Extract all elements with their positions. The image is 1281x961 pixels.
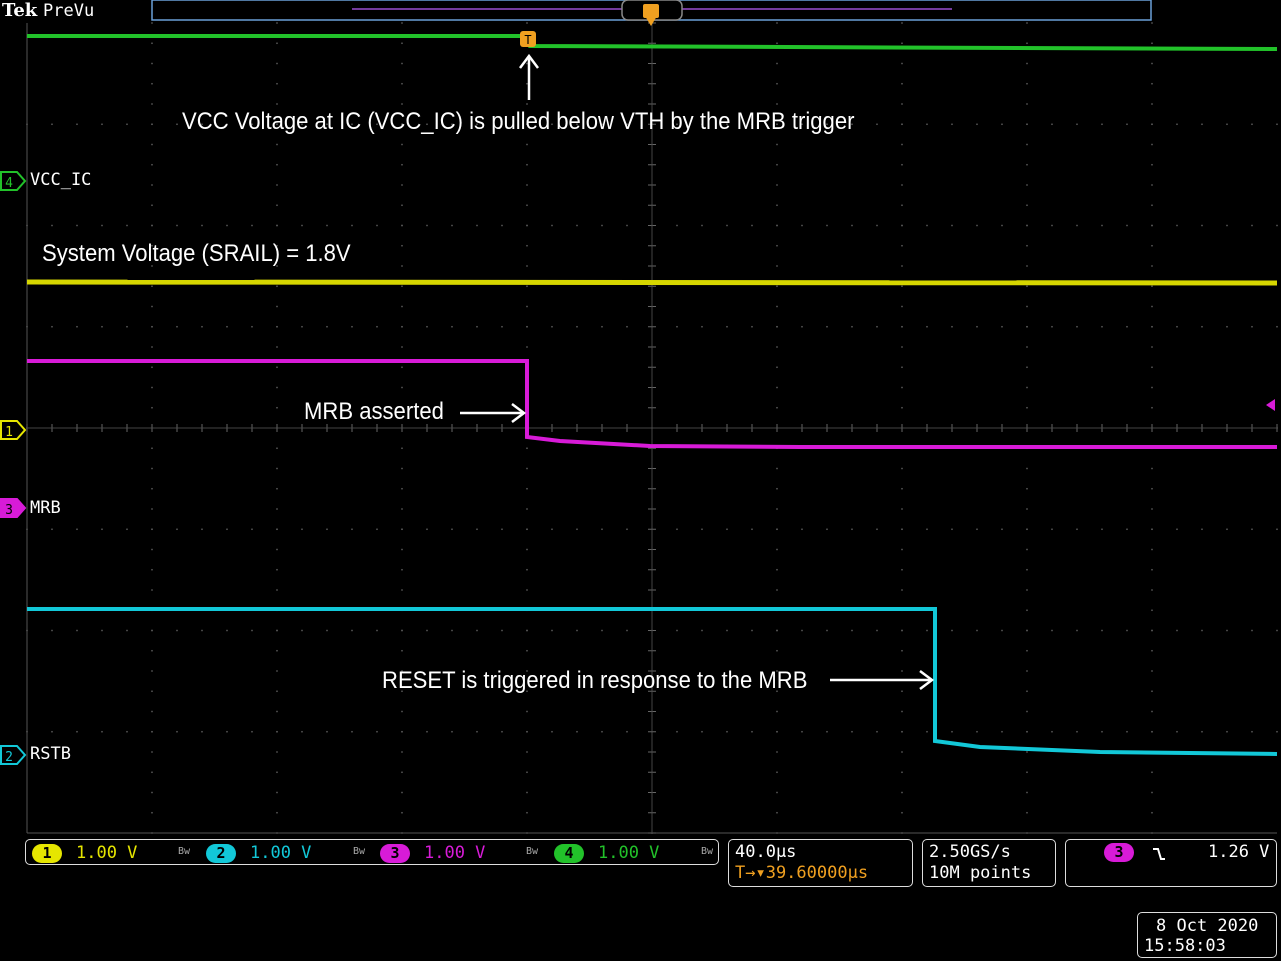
channel-2-volts: 1.00 V bbox=[250, 843, 312, 863]
preview-trigger-icon bbox=[643, 4, 659, 18]
channel-1-volts: 1.00 V bbox=[76, 843, 138, 863]
scope-display: T 4 1 3 2 bbox=[0, 0, 1278, 834]
sample-rate: 2.50GS/s bbox=[929, 842, 1011, 862]
brand-name: Tek bbox=[2, 0, 38, 21]
acquisition-panel[interactable]: 2.50GS/s 10M points bbox=[922, 839, 1056, 887]
bandwidth-limit-icon: Bw bbox=[701, 846, 714, 857]
channel-scale-bar[interactable]: 1 1.00 V Bw 2 1.00 V Bw 3 1.00 V Bw 4 1.… bbox=[25, 839, 719, 865]
trigger-panel[interactable]: 3 1.26 V bbox=[1065, 839, 1277, 887]
channel-2-scale[interactable]: 2 1.00 V bbox=[206, 840, 311, 866]
graticule bbox=[26, 22, 1278, 834]
trigger-marker-text: T bbox=[524, 33, 531, 47]
date-value: 8 Oct 2020 bbox=[1156, 916, 1259, 936]
channel-2-badge: 2 bbox=[206, 843, 236, 863]
annotation-arrows bbox=[460, 53, 935, 690]
datetime-panel: 8 Oct 2020 15:58:03 bbox=[1137, 912, 1277, 958]
bandwidth-limit-icon: Bw bbox=[353, 846, 366, 857]
bandwidth-limit-icon: Bw bbox=[178, 846, 191, 857]
timebase-value: 40.0µs bbox=[735, 842, 797, 862]
trigger-level-arrow-icon bbox=[1266, 399, 1275, 411]
trigger-source-badge: 3 bbox=[1104, 843, 1134, 862]
record-length: 10M points bbox=[929, 863, 1032, 883]
trigger-position-value: T→▾39.60000µs bbox=[735, 863, 869, 883]
svg-text:2: 2 bbox=[5, 750, 13, 765]
svg-text:3: 3 bbox=[5, 503, 13, 518]
channel-3-volts: 1.00 V bbox=[424, 843, 486, 863]
annotation-mrb: MRB asserted bbox=[304, 398, 444, 425]
channel-ground-markers: 4 1 3 2 bbox=[0, 171, 27, 765]
channel-label-vcc-ic: VCC_IC bbox=[30, 170, 92, 190]
channel-label-rstb: RSTB bbox=[30, 744, 71, 764]
channel-4-badge: 4 bbox=[554, 843, 584, 863]
annotation-srail: System Voltage (SRAIL) = 1.8V bbox=[42, 240, 351, 267]
svg-text:4: 4 bbox=[5, 176, 13, 191]
channel-label-mrb: MRB bbox=[30, 498, 61, 518]
channel-1-badge: 1 bbox=[32, 843, 62, 863]
channel-3-badge: 3 bbox=[380, 843, 410, 863]
channel-4-scale[interactable]: 4 1.00 V bbox=[554, 840, 659, 866]
bandwidth-limit-icon: Bw bbox=[526, 846, 539, 857]
channel-1-scale[interactable]: 1 1.00 V bbox=[32, 840, 137, 866]
time-value: 15:58:03 bbox=[1144, 936, 1226, 956]
preview-mode-label: PreVu bbox=[43, 1, 95, 21]
annotation-vcc: VCC Voltage at IC (VCC_IC) is pulled bel… bbox=[182, 108, 855, 135]
brand-logo: Tek PreVu bbox=[2, 0, 94, 21]
trace-srail bbox=[26, 279, 1278, 286]
annotation-reset: RESET is triggered in response to the MR… bbox=[382, 667, 808, 694]
trigger-level: 1.26 V bbox=[1208, 842, 1270, 862]
channel-4-volts: 1.00 V bbox=[598, 843, 660, 863]
timebase-panel[interactable]: 40.0µs T→▾39.60000µs bbox=[728, 839, 913, 887]
channel-3-scale[interactable]: 3 1.00 V bbox=[380, 840, 485, 866]
falling-edge-icon bbox=[1153, 848, 1165, 860]
svg-text:1: 1 bbox=[5, 425, 13, 440]
